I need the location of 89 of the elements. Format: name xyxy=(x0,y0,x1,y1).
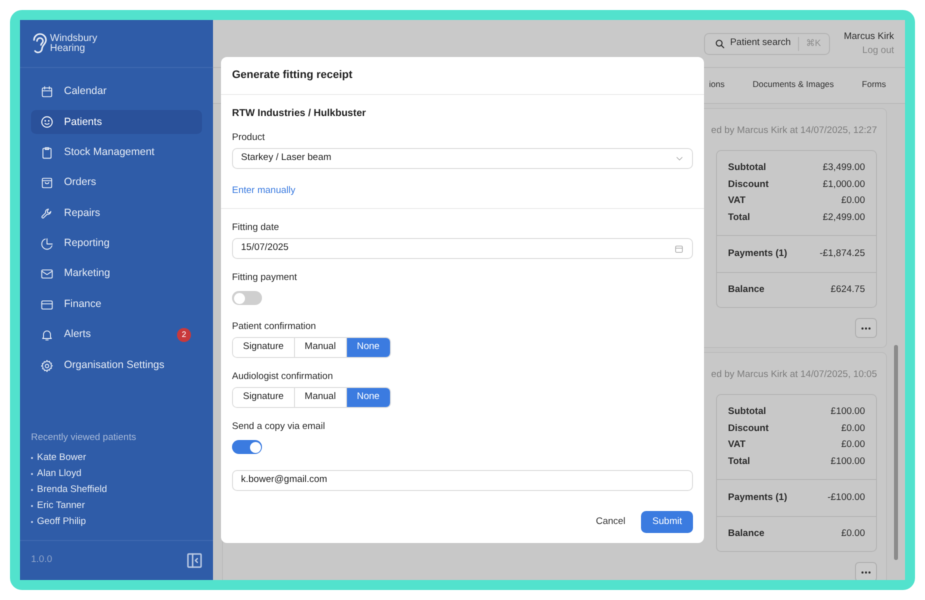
tab[interactable]: Forms xyxy=(862,67,886,103)
total-value: £624.75 xyxy=(830,282,865,297)
settings-icon xyxy=(40,358,54,373)
nav-item[interactable]: Patients xyxy=(31,110,202,134)
total-label: VAT xyxy=(728,438,746,452)
field-label: Audiologist confirmation xyxy=(232,370,334,384)
total-label: Payments (1) xyxy=(728,246,788,261)
toggle-switch[interactable] xyxy=(232,291,262,305)
patient-link[interactable]: Brenda Sheffield xyxy=(37,482,108,498)
total-label: Balance xyxy=(728,282,764,297)
total-value: £1,000.00 xyxy=(822,178,865,192)
field-label: Product xyxy=(232,131,266,145)
segment-option[interactable]: None xyxy=(346,338,390,357)
nav-item[interactable]: Marketing xyxy=(31,262,202,286)
scrollbar[interactable] xyxy=(894,345,898,560)
notification-badge: 2 xyxy=(177,328,191,342)
more-button[interactable] xyxy=(855,318,877,338)
field-label: Patient confirmation xyxy=(232,320,317,334)
calendar-icon xyxy=(40,85,54,99)
total-label: Discount xyxy=(728,178,769,192)
nav-item[interactable]: Calendar xyxy=(31,80,202,104)
total-value: £0.00 xyxy=(841,422,865,436)
bag-icon xyxy=(40,176,54,190)
smiley-icon xyxy=(40,115,54,130)
segment-option[interactable]: None xyxy=(346,388,390,407)
mail-icon xyxy=(40,267,54,282)
section-heading: RTW Industries / Hulkbuster xyxy=(232,107,367,121)
dialog-title: Generate fitting receipt xyxy=(232,68,352,84)
product-select[interactable]: Starkey / Laser beam xyxy=(232,148,693,169)
total-label: Subtotal xyxy=(728,161,766,176)
cancel-button[interactable]: Cancel xyxy=(596,511,626,533)
shortcut-hint: ⌘K xyxy=(806,36,821,50)
patient-link[interactable]: Alan Lloyd xyxy=(37,466,82,482)
collapse-sidebar-button[interactable] xyxy=(187,553,202,568)
more-icon xyxy=(861,570,871,574)
total-label: Subtotal xyxy=(728,405,766,420)
patient-link[interactable]: Kate Bower xyxy=(37,450,86,466)
more-icon xyxy=(861,326,871,330)
total-value: -£1,874.25 xyxy=(820,246,865,261)
patient-link[interactable]: Geoff Philip xyxy=(37,514,86,530)
credit-card-icon xyxy=(40,298,54,312)
user-name: Marcus Kirk xyxy=(844,30,894,44)
total-value: £100.00 xyxy=(830,405,865,420)
tab[interactable]: Documents & Images xyxy=(752,67,834,103)
field-label: Send a copy via email xyxy=(232,420,326,434)
total-value: £3,499.00 xyxy=(822,161,865,176)
total-value: -£100.00 xyxy=(827,490,865,505)
nav-item[interactable]: Finance xyxy=(31,292,202,317)
toggle-switch[interactable] xyxy=(232,440,262,454)
total-label: Total xyxy=(728,454,750,469)
search-icon xyxy=(715,38,726,48)
receipt-caption: ed by Marcus Kirk at 14/07/2025, 12:27 xyxy=(711,124,877,138)
search-button[interactable]: Patient search ⌘K xyxy=(704,32,830,54)
total-value: £0.00 xyxy=(841,526,865,541)
bell-icon xyxy=(40,328,54,342)
calendar-icon xyxy=(674,244,684,254)
nav-item[interactable]: Repairs xyxy=(31,202,202,226)
wrench-icon xyxy=(40,206,54,221)
submit-button[interactable]: Submit xyxy=(641,511,693,533)
clipboard-icon xyxy=(40,146,54,160)
receipt-caption: ed by Marcus Kirk at 14/07/2025, 10:05 xyxy=(711,368,877,382)
total-value: £100.00 xyxy=(830,454,865,469)
nav-item[interactable]: Reporting xyxy=(31,232,202,256)
field-label: Fitting date xyxy=(232,221,280,235)
total-value: £0.00 xyxy=(841,194,865,208)
pie-chart-icon xyxy=(40,236,54,251)
enter-manually-link[interactable]: Enter manually xyxy=(232,184,296,198)
tab[interactable]: ions xyxy=(709,67,725,103)
nav-item[interactable]: Organisation Settings xyxy=(31,354,202,378)
total-value: £2,499.00 xyxy=(822,210,865,225)
section-heading: Recently viewed patients xyxy=(31,431,138,445)
total-label: Payments (1) xyxy=(728,490,788,505)
chevron-down-icon xyxy=(675,154,684,163)
more-button[interactable] xyxy=(855,562,877,580)
total-label: Discount xyxy=(728,422,769,436)
field-label: Fitting payment xyxy=(232,271,298,285)
nav-item[interactable]: Alerts 2 xyxy=(31,323,202,348)
total-label: Total xyxy=(728,210,750,225)
total-label: VAT xyxy=(728,194,746,208)
date-field[interactable]: 15/07/2025 xyxy=(232,238,693,259)
version-label: 1.0.0 xyxy=(31,553,52,568)
patient-link[interactable]: Eric Tanner xyxy=(37,498,85,514)
total-label: Balance xyxy=(728,526,764,541)
email-field[interactable]: k.bower@gmail.com xyxy=(232,470,693,491)
nav-item[interactable]: Orders xyxy=(31,171,202,196)
logo-text: Windsbury xyxy=(50,34,98,44)
logo-text: Hearing xyxy=(50,44,86,54)
total-value: £0.00 xyxy=(841,438,865,452)
nav-item[interactable]: Stock Management xyxy=(31,140,202,165)
